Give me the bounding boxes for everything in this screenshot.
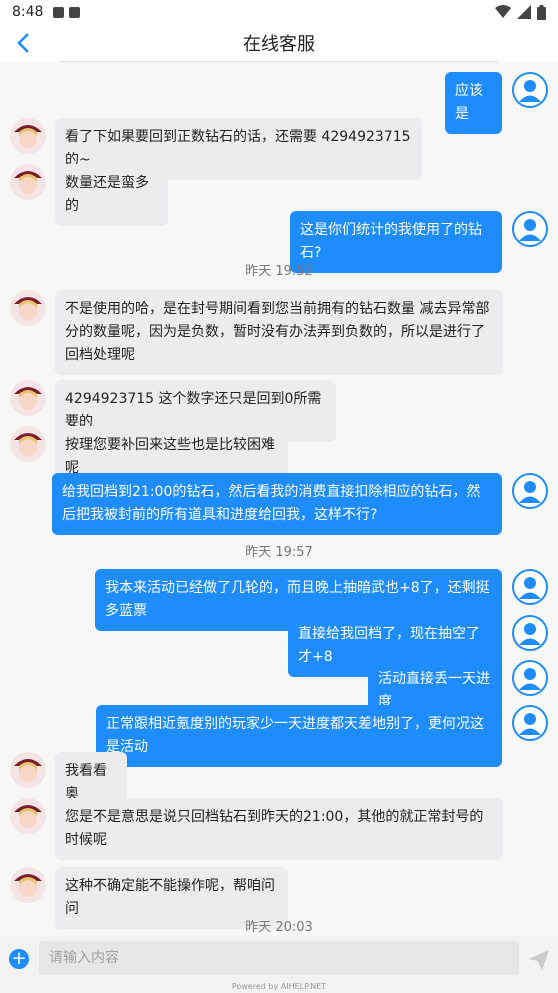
timestamp: 昨天 20:03	[245, 920, 313, 935]
message-bubble[interactable]: 给我回档到21:00的钻石，然后看我的消费直接扣除相应的钻石，然后把我被封前的所…	[52, 473, 502, 535]
agent-avatar-icon	[14, 874, 42, 897]
user-avatar[interactable]	[512, 473, 548, 509]
user-avatar[interactable]	[512, 615, 548, 651]
message-row: 应该是	[0, 72, 558, 134]
user-icon	[519, 713, 541, 735]
timestamp: 昨天 19:57	[245, 545, 313, 560]
user-icon	[519, 481, 541, 503]
agent-avatar-icon	[14, 805, 42, 828]
user-avatar[interactable]	[512, 705, 548, 741]
wifi-icon	[495, 5, 511, 18]
signal-icon	[517, 5, 531, 19]
timestamp: 昨天 19:52	[245, 264, 313, 279]
plus-circle-icon[interactable]: +	[9, 949, 29, 969]
agent-avatar-icon	[14, 125, 42, 148]
message-row: 不是使用的哈，是在封号期间看到您当前拥有的钻石数量 减去异常部分的数量呢，因为是…	[0, 290, 558, 375]
status-time: 8:48	[12, 4, 44, 20]
agent-avatar-icon	[14, 171, 42, 194]
user-icon	[519, 219, 541, 241]
agent-avatar[interactable]	[10, 164, 46, 200]
user-avatar[interactable]	[512, 72, 548, 108]
powered-by: Powered by AIHELP.NET	[231, 982, 327, 991]
message-input[interactable]	[39, 941, 519, 975]
message-row: 这种不确定能不能操作呢，帮咱问问	[0, 867, 558, 929]
image-icon	[53, 6, 65, 18]
battery-icon	[537, 4, 546, 20]
message-bubble[interactable]: 您是不是意思是说只回档钻石到昨天的21:00，其他的就正常封号的时候呢	[55, 798, 503, 860]
user-avatar[interactable]	[512, 211, 548, 247]
message-row: 4294923715 这个数字还只是回到0所需要的	[0, 380, 558, 442]
user-icon	[519, 577, 541, 599]
agent-avatar-icon	[14, 387, 42, 410]
message-row: 按理您要补回来这些也是比较困难呢	[0, 426, 558, 488]
user-icon	[519, 80, 541, 102]
text-a-icon	[69, 6, 81, 18]
send-icon[interactable]	[528, 949, 550, 971]
agent-avatar-icon	[14, 297, 42, 320]
agent-avatar[interactable]	[10, 798, 46, 834]
page-title: 在线客服	[243, 34, 315, 55]
status-bar: 8:48	[0, 0, 558, 24]
agent-avatar[interactable]	[10, 118, 46, 154]
agent-avatar-icon	[14, 759, 42, 782]
message-row: 给我回档到21:00的钻石，然后看我的消费直接扣除相应的钻石，然后把我被封前的所…	[0, 473, 558, 535]
message-row: 直接给我回档了，现在抽空了才+8	[0, 615, 558, 677]
agent-avatar-icon	[14, 433, 42, 456]
message-row: 我看看奥	[0, 752, 558, 814]
user-icon	[519, 668, 541, 690]
message-row: 这是你们统计的我使用了的钻石?	[0, 211, 558, 273]
agent-avatar[interactable]	[10, 290, 46, 326]
message-row: 活动直接丢一天进度	[0, 660, 558, 722]
message-row: 您是不是意思是说只回档钻石到昨天的21:00，其他的就正常封号的时候呢	[0, 798, 558, 860]
user-icon	[519, 623, 541, 645]
message-bubble[interactable]: 不是使用的哈，是在封号期间看到您当前拥有的钻石数量 减去异常部分的数量呢，因为是…	[55, 290, 503, 375]
user-avatar[interactable]	[512, 569, 548, 605]
agent-avatar[interactable]	[10, 426, 46, 462]
agent-avatar[interactable]	[10, 380, 46, 416]
chat-list[interactable]: 应该是 看了下如果要回到正数钻石的话，还需要 4294923715 的~ 数量还…	[0, 62, 558, 936]
message-row: 数量还是蛮多的	[0, 164, 558, 226]
header: 在线客服	[0, 24, 558, 62]
message-row: 我本来活动已经做了几轮的，而且晚上抽暗武也+8了，还剩挺多蓝票	[0, 569, 558, 631]
user-avatar[interactable]	[512, 660, 548, 696]
message-row: 正常跟相近氪度别的玩家少一天进度都天差地别了，更何况这是活动	[0, 705, 558, 767]
agent-avatar[interactable]	[10, 867, 46, 903]
message-row: 看了下如果要回到正数钻石的话，还需要 4294923715 的~	[0, 118, 558, 180]
composer: + Powered by AIHELP.NET	[0, 936, 558, 993]
agent-avatar[interactable]	[10, 752, 46, 788]
